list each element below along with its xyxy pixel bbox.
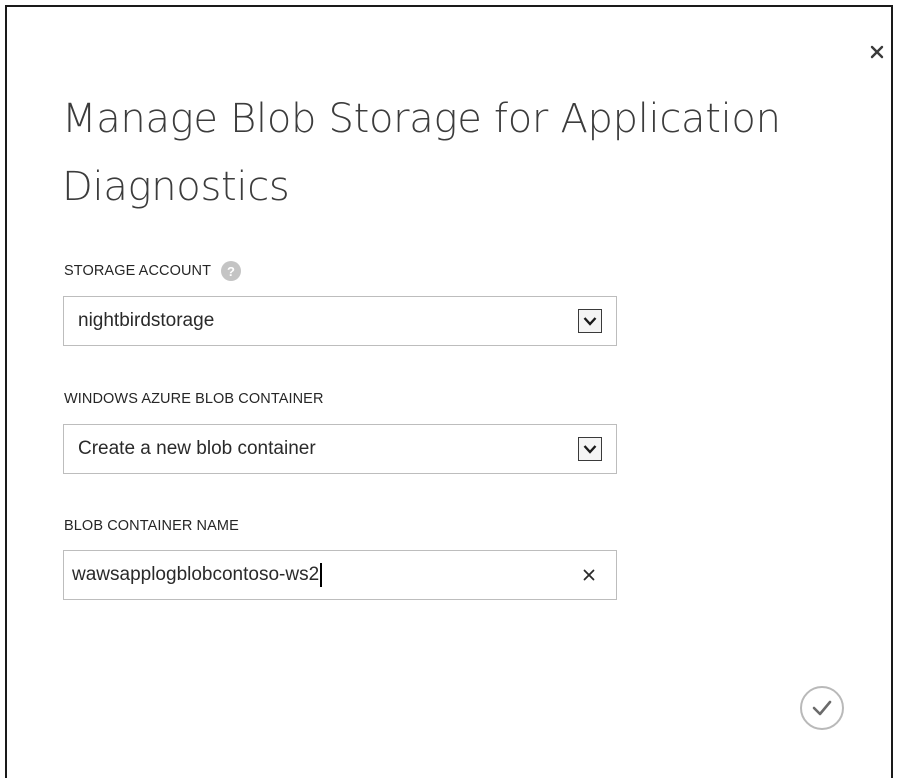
chevron-down-icon [583, 445, 597, 454]
storage-account-value: nightbirdstorage [78, 310, 215, 331]
container-name-value[interactable]: wawsapplogblobcontoso-ws2 [64, 563, 578, 587]
storage-account-label-row: STORAGE ACCOUNT ? [64, 261, 242, 281]
confirm-button[interactable] [800, 686, 844, 730]
container-name-input[interactable]: wawsapplogblobcontoso-ws2 [63, 550, 617, 600]
close-button[interactable] [865, 40, 889, 64]
container-name-text: wawsapplogblobcontoso-ws2 [72, 564, 320, 586]
container-name-label-row: BLOB CONTAINER NAME [64, 518, 239, 534]
chevron-down-icon [583, 317, 597, 326]
dialog-title: Manage Blob Storage for Application Diag… [62, 96, 781, 210]
storage-account-select[interactable]: nightbirdstorage [63, 296, 617, 346]
clear-input-button[interactable] [578, 564, 600, 586]
question-mark-icon[interactable]: ? [221, 261, 242, 281]
blob-container-select[interactable]: Create a new blob container [63, 424, 617, 474]
close-icon [870, 45, 884, 59]
manage-blob-storage-dialog: Manage Blob Storage for Application Diag… [5, 5, 893, 778]
blob-container-dropdown-button[interactable] [578, 437, 602, 461]
clear-icon [583, 569, 595, 581]
text-cursor [320, 563, 323, 587]
storage-account-label: STORAGE ACCOUNT [64, 263, 212, 279]
blob-container-label-row: WINDOWS AZURE BLOB CONTAINER [64, 391, 324, 407]
blob-container-value: Create a new blob container [78, 438, 316, 459]
blob-container-label: WINDOWS AZURE BLOB CONTAINER [64, 391, 324, 407]
checkmark-icon [812, 700, 832, 716]
container-name-label: BLOB CONTAINER NAME [64, 518, 239, 534]
help-glyph: ? [227, 263, 236, 279]
storage-account-dropdown-button[interactable] [578, 309, 602, 333]
